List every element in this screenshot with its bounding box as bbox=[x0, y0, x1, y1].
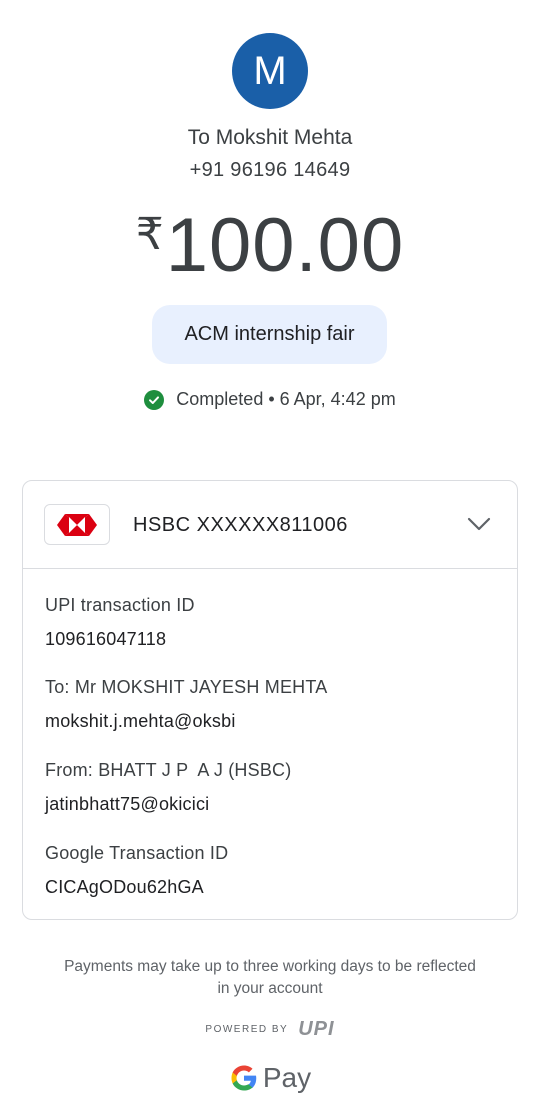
avatar-initial: M bbox=[253, 48, 287, 93]
google-id-label: Google Transaction ID bbox=[45, 843, 229, 863]
to-upi-value: mokshit.j.mehta@oksbi bbox=[45, 711, 236, 731]
payment-status: Completed • 6 Apr, 4:42 pm bbox=[0, 389, 540, 410]
pay-wordmark: Pay bbox=[262, 1062, 312, 1093]
check-circle-icon bbox=[144, 389, 165, 410]
powered-by-upi: POWERED BY UPI bbox=[0, 1018, 540, 1041]
payment-note-text: ACM internship fair bbox=[184, 323, 355, 345]
upi-id-value: 109616047118 bbox=[45, 629, 167, 649]
status-text: Completed • 6 Apr, 4:42 pm bbox=[176, 389, 396, 409]
recipient-avatar: M bbox=[232, 33, 308, 109]
hsbc-logo bbox=[44, 504, 110, 545]
to-label: To: Mr MOKSHIT JAYESH MEHTA bbox=[45, 677, 328, 697]
recipient-name: To Mokshit Mehta bbox=[187, 126, 353, 149]
bank-account-label: HSBC XXXXXX811006 bbox=[133, 514, 348, 536]
account-row[interactable]: HSBC XXXXXX811006 bbox=[23, 481, 517, 569]
upi-id-label: UPI transaction ID bbox=[45, 595, 195, 615]
payment-note: ACM internship fair bbox=[152, 305, 387, 364]
from-upi-value: jatinbhatt75@okicici bbox=[45, 794, 210, 814]
google-id-value: CICAgODou62hGA bbox=[45, 877, 204, 897]
chevron-down-icon[interactable] bbox=[467, 514, 491, 534]
google-g-icon bbox=[231, 1065, 257, 1091]
amount-value: 100.00 bbox=[165, 203, 405, 288]
from-label: From: BHATT J P A J (HSBC) bbox=[45, 760, 292, 780]
disclaimer-text: Payments may take up to three working da… bbox=[64, 958, 476, 997]
powered-by-text: POWERED BY bbox=[205, 1024, 289, 1035]
google-pay-logo: Pay bbox=[0, 1062, 540, 1094]
currency-symbol: ₹ bbox=[135, 210, 164, 259]
payment-amount: ₹100.00 bbox=[0, 202, 540, 289]
recipient-phone: +91 96196 14649 bbox=[189, 159, 351, 181]
transaction-details-card: HSBC XXXXXX811006 UPI transaction ID 109… bbox=[22, 480, 518, 920]
upi-logo: UPI bbox=[298, 1018, 335, 1040]
